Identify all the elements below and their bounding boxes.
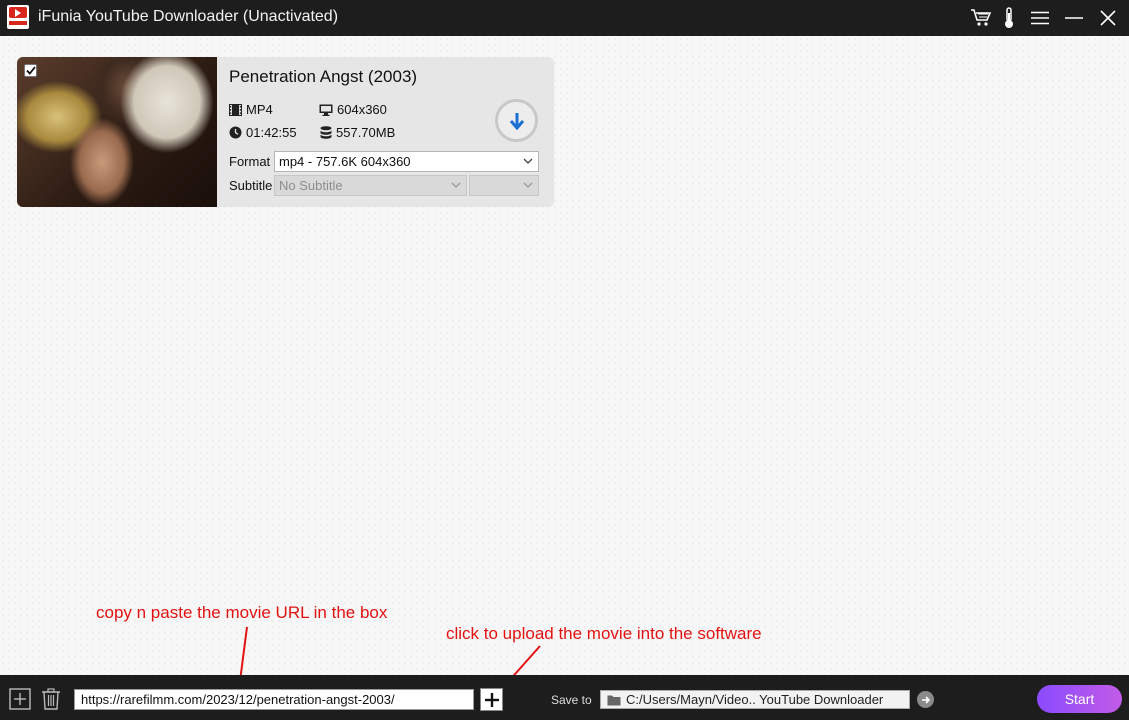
save-path-value: C:/Users/Mayn/Video.. YouTube Downloader — [626, 692, 884, 707]
open-folder-button[interactable] — [917, 691, 934, 708]
arrow-right-icon — [921, 695, 930, 704]
subtitle-language-select[interactable] — [469, 175, 539, 196]
duration-value: 01:42:55 — [246, 125, 297, 140]
paste-url-annotation: copy n paste the movie URL in the box — [96, 603, 388, 622]
video-size: 557.70MB — [320, 125, 395, 140]
resolution-value: 604x360 — [337, 102, 387, 117]
chevron-down-icon — [451, 182, 461, 188]
save-to-label: Save to — [551, 693, 592, 707]
cart-icon[interactable] — [969, 6, 993, 30]
thermometer-icon[interactable] — [997, 6, 1021, 30]
subtitle-select[interactable]: No Subtitle — [274, 175, 467, 196]
title-bar: iFunia YouTube Downloader (Unactivated) — [0, 0, 1129, 36]
plus-icon — [484, 692, 499, 707]
video-container: MP4 — [229, 102, 273, 117]
video-thumbnail — [17, 57, 217, 207]
format-select-value: mp4 - 757.6K 604x360 — [279, 154, 411, 169]
format-label: Format — [229, 154, 271, 169]
chevron-down-icon — [523, 158, 533, 164]
format-select[interactable]: mp4 - 757.6K 604x360 — [274, 151, 539, 172]
menu-icon[interactable] — [1028, 6, 1052, 30]
clock-icon — [229, 126, 242, 139]
video-resolution: 604x360 — [319, 102, 387, 117]
close-icon[interactable] — [1096, 6, 1120, 30]
add-url-button[interactable] — [480, 688, 503, 711]
video-duration: 01:42:55 — [229, 125, 297, 140]
container-value: MP4 — [246, 102, 273, 117]
chevron-down-icon — [523, 182, 533, 188]
app-logo-icon — [7, 5, 29, 29]
film-icon — [229, 103, 242, 116]
start-button[interactable]: Start — [1037, 685, 1122, 713]
trash-icon[interactable] — [39, 687, 63, 711]
database-icon — [320, 126, 332, 139]
upload-annotation: click to upload the movie into the softw… — [446, 624, 762, 643]
minimize-icon[interactable] — [1062, 6, 1086, 30]
download-arrow-icon — [509, 112, 524, 130]
monitor-icon — [319, 104, 333, 116]
subtitle-select-value: No Subtitle — [279, 178, 343, 193]
folder-icon — [607, 695, 621, 705]
video-title: Penetration Angst (2003) — [229, 67, 418, 86]
bottom-toolbar: Save to C:/Users/Mayn/Video.. YouTube Do… — [0, 675, 1129, 720]
url-input[interactable] — [74, 689, 474, 710]
add-file-icon[interactable] — [8, 687, 32, 711]
video-select-checkbox[interactable] — [24, 64, 37, 77]
subtitle-label: Subtitle — [229, 178, 273, 193]
save-path-field[interactable]: C:/Users/Mayn/Video.. YouTube Downloader — [600, 690, 910, 709]
download-button[interactable] — [495, 99, 538, 142]
window-title: iFunia YouTube Downloader (Unactivated) — [38, 8, 339, 25]
video-item-card[interactable]: Penetration Angst (2003) MP4 604x360 01:… — [17, 57, 554, 207]
size-value: 557.70MB — [336, 125, 396, 140]
